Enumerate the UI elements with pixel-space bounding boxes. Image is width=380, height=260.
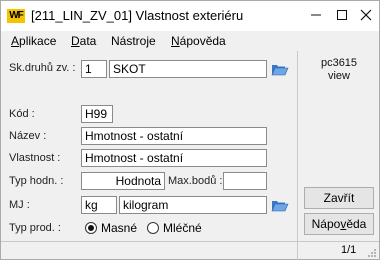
open-folder-icon[interactable]: [271, 197, 289, 213]
menu-bar: Aplikace Data Nástroje Nápověda: [1, 31, 379, 51]
sk-druhu-code-field[interactable]: 1: [81, 60, 107, 78]
minimize-icon: [311, 14, 321, 16]
menu-nastroje[interactable]: Nástroje: [111, 34, 156, 48]
max-bodu-label: Max.bodů :: [168, 175, 223, 187]
typ-hodn-field[interactable]: Hodnota: [81, 172, 165, 190]
vlastnost-field[interactable]: Hmotnost - ostatní: [81, 149, 267, 167]
form-area: Sk.druhů zv. : 1 SKOT Kód : H99 Název : …: [1, 51, 297, 241]
radio-masne-label: Masné: [101, 221, 138, 235]
info-line-1: pc3615: [320, 57, 358, 69]
radio-mlecne-label: Mléčné: [163, 221, 202, 235]
typ-hodn-label: Typ hodn. :: [9, 175, 64, 187]
radio-masne[interactable]: [85, 222, 97, 234]
menu-aplikace-key: A: [11, 34, 20, 48]
window-title: [211_LIN_ZV_01] Vlastnost exteriéru: [31, 8, 244, 23]
close-button[interactable]: Zavřít: [304, 187, 374, 209]
nazev-label: Název :: [9, 130, 47, 142]
radio-mlecne[interactable]: [147, 222, 159, 234]
help-button[interactable]: Nápověda: [304, 213, 374, 235]
side-panel: pc3615 view Zavřít Nápověda: [297, 51, 379, 241]
kod-field[interactable]: H99: [81, 105, 113, 123]
page-counter: 1/1: [341, 244, 357, 256]
close-window-button[interactable]: [353, 4, 379, 26]
menu-napoveda[interactable]: Nápověda: [171, 34, 226, 48]
help-button-pre: Nápo: [311, 217, 341, 231]
menu-data-post: ata: [79, 34, 97, 48]
menu-nastroje-pre: Nástro: [111, 34, 147, 48]
mj-code-field[interactable]: kg: [81, 196, 117, 214]
close-icon: [360, 9, 372, 21]
mj-name-field[interactable]: kilogram: [119, 196, 267, 214]
mj-label: MJ :: [9, 199, 30, 211]
status-divider: [297, 242, 298, 260]
max-bodu-field[interactable]: [223, 172, 267, 190]
status-bar: 1/1: [1, 241, 379, 260]
typ-prod-label: Typ prod. :: [9, 222, 61, 234]
minimize-button[interactable]: [303, 4, 329, 26]
info-line-2: view: [327, 70, 350, 82]
menu-napoveda-key: N: [171, 34, 180, 48]
close-button-label: Zavřít: [323, 191, 355, 205]
menu-napoveda-post: ápověda: [179, 34, 226, 48]
maximize-button[interactable]: [329, 4, 355, 26]
maximize-icon: [337, 10, 347, 20]
kod-label: Kód :: [9, 108, 35, 120]
main-window: WF [211_LIN_ZV_01] Vlastnost exteriéru A…: [0, 0, 380, 260]
menu-data[interactable]: Data: [71, 34, 96, 48]
sk-druhu-label: Sk.druhů zv. :: [9, 62, 76, 74]
app-logo-icon: WF: [7, 9, 25, 23]
menu-data-key: D: [71, 34, 80, 48]
help-button-post: ěda: [346, 217, 367, 231]
vlastnost-label: Vlastnost :: [9, 152, 61, 164]
nazev-field[interactable]: Hmotnost - ostatní: [81, 127, 267, 145]
resize-grip-icon[interactable]: [367, 248, 377, 258]
menu-aplikace-post: plikace: [19, 34, 57, 48]
menu-nastroje-post: e: [149, 34, 156, 48]
menu-aplikace[interactable]: Aplikace: [11, 34, 56, 48]
open-folder-icon[interactable]: [271, 61, 289, 77]
sk-druhu-name-field[interactable]: SKOT: [109, 60, 267, 78]
title-bar[interactable]: WF [211_LIN_ZV_01] Vlastnost exteriéru: [1, 1, 379, 31]
